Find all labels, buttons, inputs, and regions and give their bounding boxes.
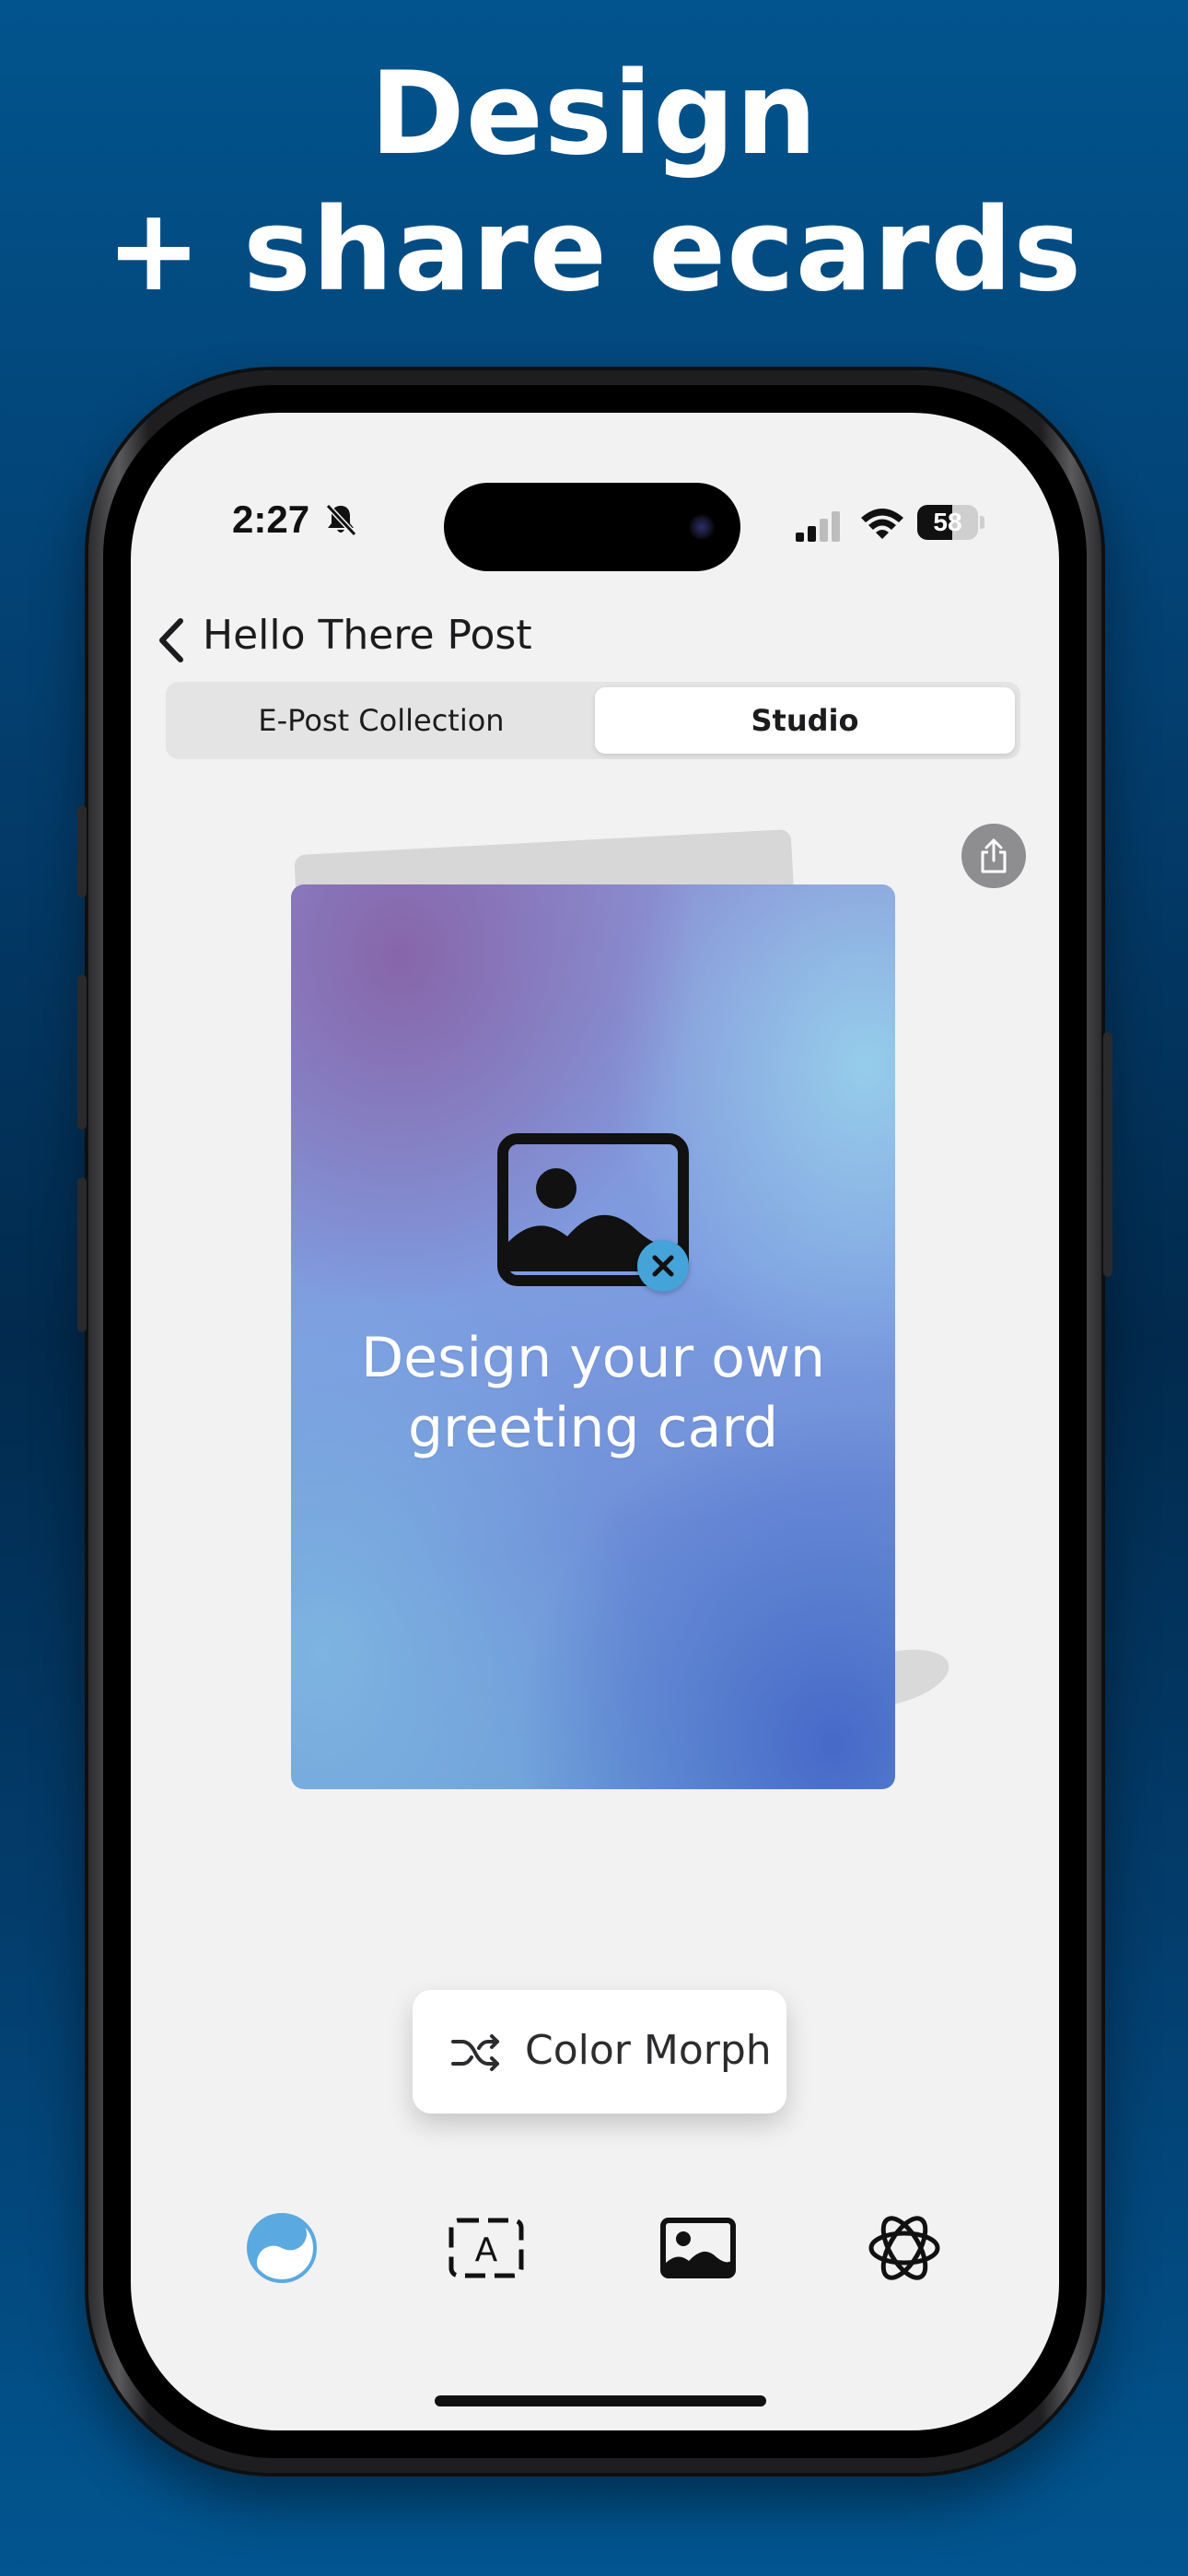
phone-frame: 2:27 58 Hello There Post E-Post Collecti… [77, 370, 1112, 2473]
share-icon [981, 838, 1007, 873]
camera-lens [689, 514, 715, 540]
tab-background-color[interactable] [243, 2209, 320, 2287]
headline-line-2: + share ecards [105, 184, 1083, 317]
bell-slash-icon [325, 503, 357, 537]
color-swirl-icon [247, 2213, 317, 2283]
card-text-line-2: greeting card [407, 1396, 779, 1460]
share-button[interactable] [961, 824, 1026, 888]
volume-down-button [77, 1177, 87, 1332]
tab-e-post-collection[interactable]: E-Post Collection [171, 687, 591, 754]
greeting-card-canvas[interactable]: Design your own greeting card [291, 884, 895, 1789]
tab-text[interactable]: A [448, 2209, 525, 2287]
color-morph-button[interactable]: Color Morph [413, 1990, 786, 2113]
action-button [77, 805, 87, 897]
tab-studio[interactable]: Studio [595, 687, 1015, 754]
card-placeholder-text: Design your own greeting card [291, 1323, 895, 1463]
battery-indicator: 58 [917, 505, 978, 540]
volume-up-button [77, 975, 87, 1130]
battery-percent: 58 [933, 508, 962, 536]
wifi-icon [861, 509, 903, 539]
photo-icon [660, 2218, 736, 2278]
page-title: Hello There Post [203, 612, 532, 659]
color-morph-label: Color Morph [525, 2027, 772, 2074]
text-frame-icon: A [448, 2218, 524, 2278]
power-button [1103, 1032, 1112, 1277]
remove-image-button[interactable] [637, 1240, 689, 1292]
dynamic-island [444, 483, 740, 571]
chevron-left-icon[interactable] [149, 608, 190, 673]
tab-effects[interactable] [866, 2209, 943, 2287]
cellular-signal-icon [796, 511, 840, 542]
tab-photo[interactable] [659, 2209, 737, 2287]
atom-effects-icon [868, 2216, 940, 2280]
card-text-line-1: Design your own [360, 1326, 826, 1390]
home-indicator[interactable] [435, 2395, 766, 2406]
app-screen: 2:27 58 Hello There Post E-Post Collecti… [131, 413, 1059, 2430]
segmented-control: E-Post Collection Studio [166, 682, 1020, 759]
battery-nub [980, 516, 984, 529]
xmark-icon [652, 1255, 674, 1277]
status-time: 2:27 [232, 498, 310, 541]
headline-line-1: Design [369, 48, 819, 181]
svg-text:A: A [475, 2231, 498, 2269]
marketing-headline: Design + share ecards [0, 46, 1188, 319]
shuffle-icon [451, 2034, 499, 2071]
